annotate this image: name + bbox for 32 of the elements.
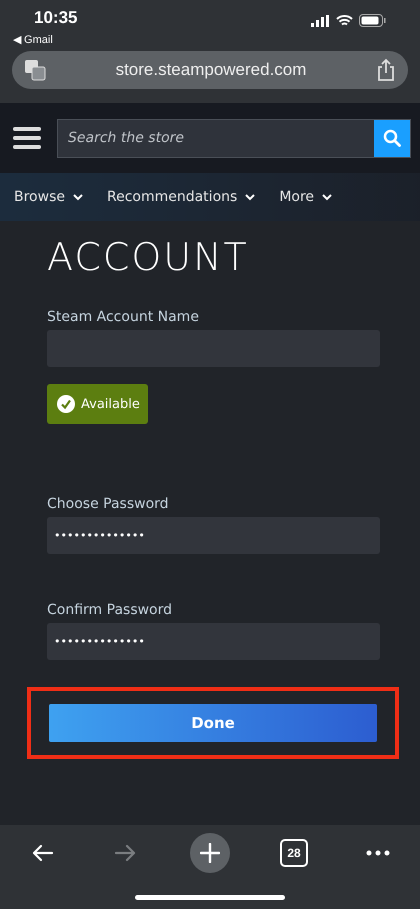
field-label: Choose Password [47,496,170,512]
nav-menu[interactable]: Browse [14,189,83,205]
password-field[interactable]: •••••••••••••• [47,623,380,660]
address-bar[interactable]: store.steampowered.com [12,51,408,89]
translate-icon [24,59,46,81]
search-icon [383,129,401,147]
plus-icon [200,843,220,863]
status-badge: Available [47,384,148,424]
tabs-button[interactable]: 28 [274,833,314,873]
more-icon [366,850,390,856]
password-field[interactable]: •••••••••••••• [47,517,380,554]
url-text: store.steampowered.com [116,60,306,80]
nav-menu[interactable]: Recommendations [106,189,256,205]
new-tab-button[interactable] [190,833,230,873]
chevron-down-icon [72,194,83,200]
search-field[interactable]: Search the store [57,118,411,158]
field-label: Steam Account Name [47,309,200,325]
nav-menu[interactable]: More [279,189,332,205]
done-button[interactable]: Done [49,704,377,742]
wifi-icon [336,14,353,26]
menu-icon[interactable] [13,127,41,149]
page-title: ACCOUNT [47,235,250,279]
check-icon [55,393,77,415]
clock: 10:35 [34,8,78,28]
chevron-down-icon [322,194,332,200]
field-label: Confirm Password [47,602,174,618]
signal-icon [311,14,330,26]
share-icon [376,58,396,82]
back-to-app-link[interactable]: ◀ Gmail [13,33,53,46]
battery-icon [359,14,386,27]
search-button[interactable] [374,120,410,156]
chevron-down-icon [245,194,256,200]
